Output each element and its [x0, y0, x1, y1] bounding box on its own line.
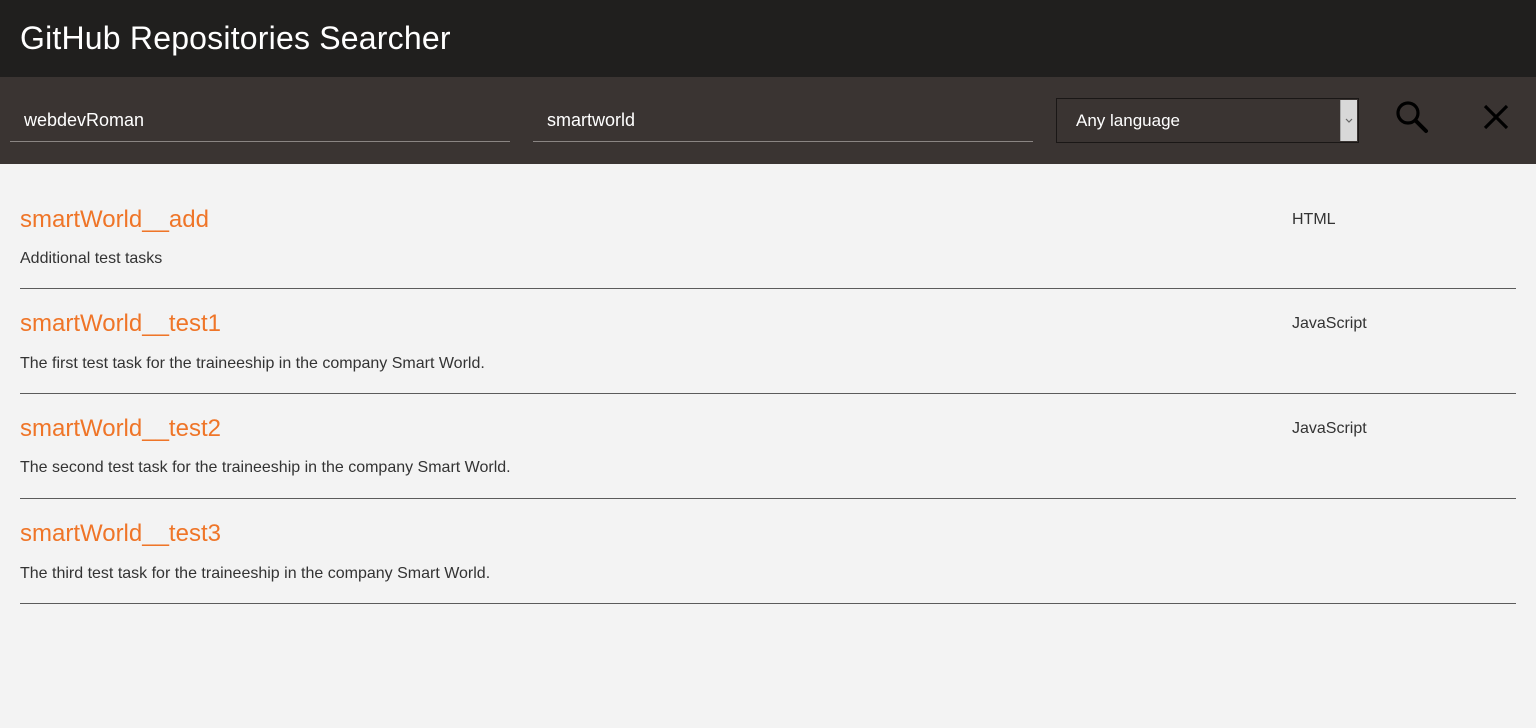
repository-input[interactable] [533, 99, 1033, 141]
search-bar: Any language [0, 77, 1536, 164]
repo-name-link[interactable]: smartWorld__add [20, 206, 209, 234]
repo-item: smartWorld__test2 JavaScript The second … [20, 394, 1516, 499]
app-header: GitHub Repositories Searcher [0, 0, 1536, 77]
app-title: GitHub Repositories Searcher [20, 20, 451, 56]
repo-name-link[interactable]: smartWorld__test1 [20, 310, 221, 338]
repo-language: JavaScript [1292, 315, 1367, 332]
clear-button[interactable] [1476, 99, 1516, 139]
repo-description: The second test task for the traineeship… [20, 459, 511, 476]
search-button[interactable] [1392, 99, 1432, 139]
chevron-down-icon[interactable] [1340, 100, 1357, 141]
search-icon [1394, 99, 1430, 140]
repo-name-link[interactable]: smartWorld__test2 [20, 415, 221, 443]
username-field-wrapper [10, 99, 510, 142]
language-select[interactable]: Any language [1056, 98, 1359, 143]
repo-item: smartWorld__test3 The third test task fo… [20, 499, 1516, 604]
repository-field-wrapper [533, 99, 1033, 142]
username-input[interactable] [10, 99, 510, 141]
language-select-value: Any language [1076, 110, 1180, 130]
close-icon [1480, 101, 1512, 138]
repo-name-link[interactable]: smartWorld__test3 [20, 520, 221, 548]
repo-item: smartWorld__test1 JavaScript The first t… [20, 289, 1516, 394]
repo-item: smartWorld__add HTML Additional test tas… [20, 164, 1516, 289]
repo-description: The first test task for the traineeship … [20, 355, 485, 372]
repo-description: Additional test tasks [20, 250, 163, 267]
repo-language: JavaScript [1292, 420, 1367, 437]
repo-language: HTML [1292, 211, 1336, 228]
repo-description: The third test task for the traineeship … [20, 565, 491, 582]
results-list: smartWorld__add HTML Additional test tas… [0, 164, 1536, 604]
